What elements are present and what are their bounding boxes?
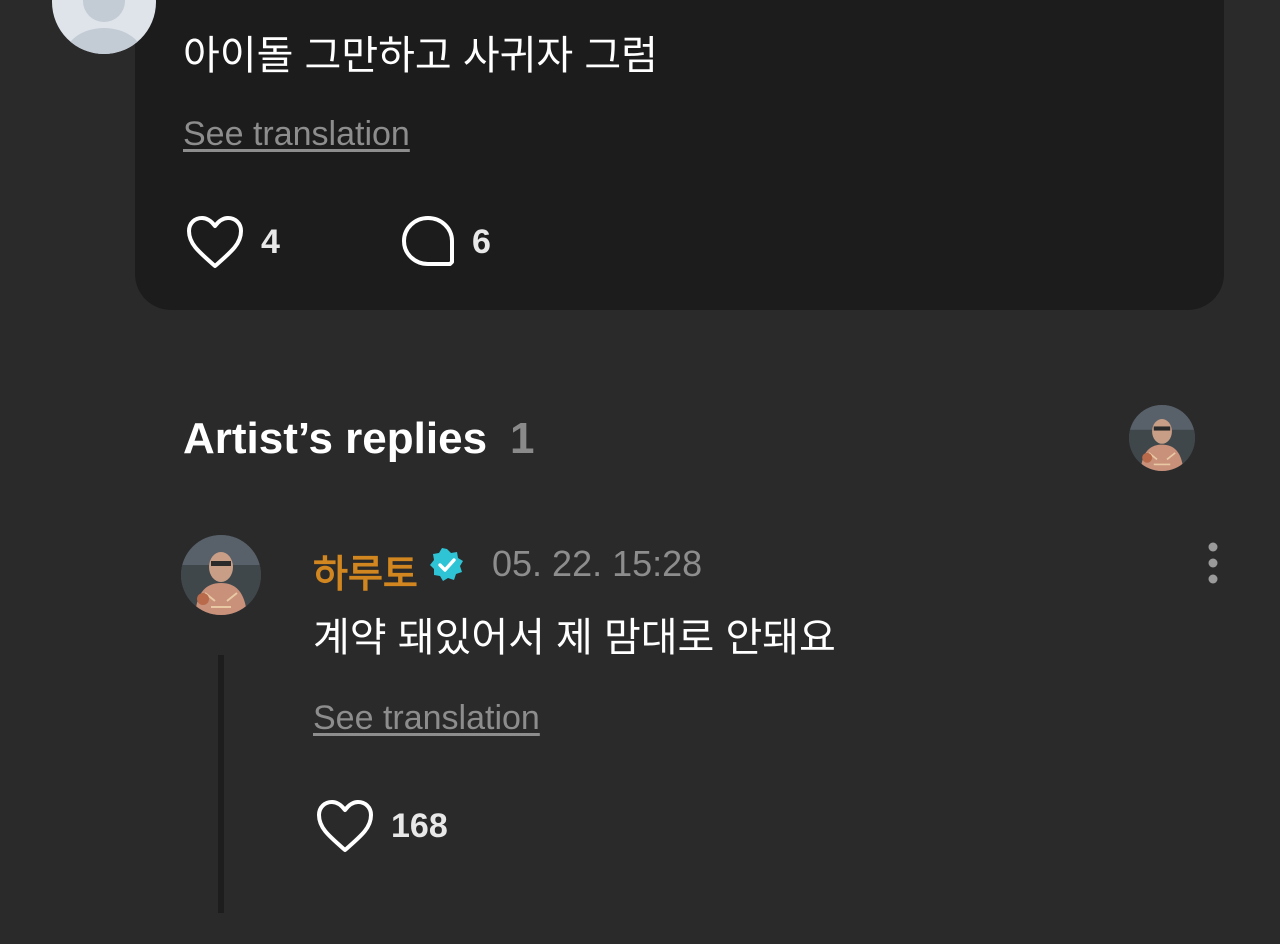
artist-replies-count: 1: [510, 414, 535, 463]
post-text: 아이돌 그만하고 사귀자 그럼: [183, 34, 658, 78]
reply-author-name[interactable]: 하루토: [313, 543, 418, 598]
post-like-button[interactable]: 4: [185, 214, 280, 270]
post-comment-button[interactable]: 6: [400, 214, 491, 270]
artist-replies-title: Artist’s replies: [183, 414, 488, 463]
avatar-placeholder-head: [83, 0, 125, 22]
more-options-icon[interactable]: [1198, 540, 1228, 586]
artist-photo: [1129, 405, 1195, 471]
post-like-count: 4: [261, 222, 280, 261]
post-see-translation-link[interactable]: See translation: [183, 114, 410, 154]
reply-like-button[interactable]: 168: [315, 798, 448, 854]
avatar-placeholder-body: [64, 28, 144, 54]
post-author-avatar[interactable]: [52, 0, 156, 54]
reply-see-translation-link[interactable]: See translation: [313, 698, 540, 738]
reply-text: 계약 돼있어서 제 맘대로 안돼요: [313, 616, 836, 660]
reply-author-avatar[interactable]: [181, 535, 261, 615]
reply-timestamp: 05. 22. 15:28: [492, 543, 703, 584]
heart-icon: [187, 216, 243, 268]
reply-thread-line: [218, 655, 224, 913]
artist-replies-avatar[interactable]: [1129, 405, 1195, 471]
post-comment-count: 6: [472, 222, 491, 261]
artist-photo: [181, 535, 261, 615]
speech-bubble-icon: [402, 216, 454, 266]
verified-badge-icon: [430, 548, 463, 581]
comment-thread-page: 아이돌 그만하고 사귀자 그럼 See translation 4 6 Arti…: [0, 0, 1280, 944]
heart-icon: [317, 800, 373, 852]
reply-like-count: 168: [391, 806, 448, 845]
